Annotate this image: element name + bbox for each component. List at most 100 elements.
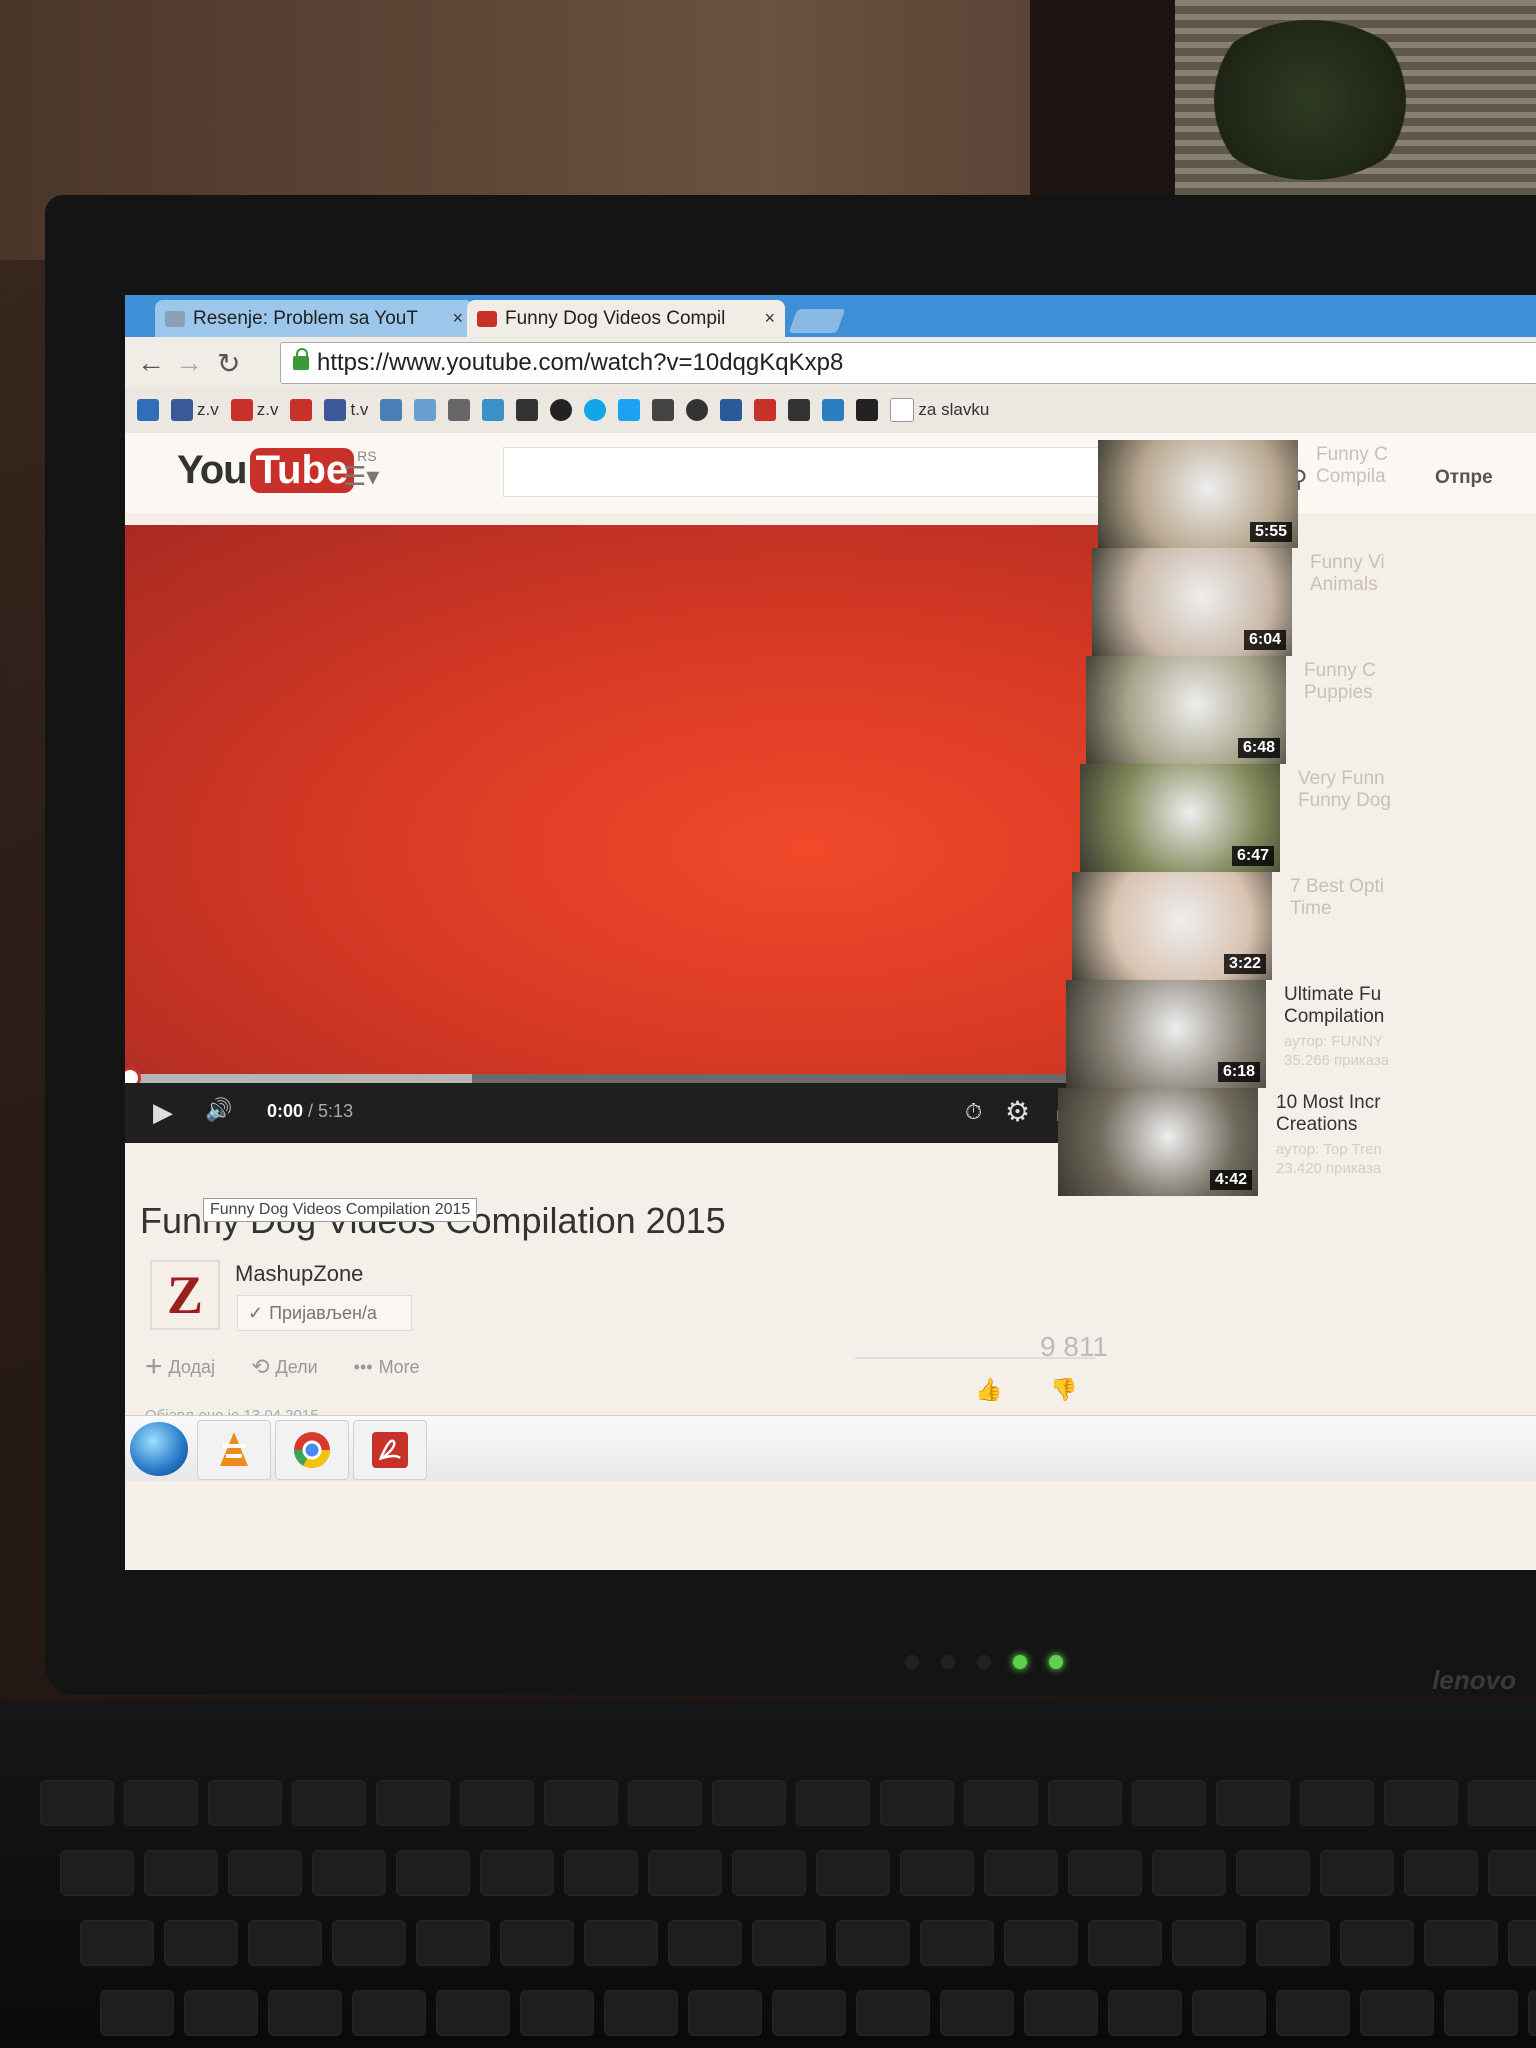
recommended-title[interactable]: Funny Vi Animals: [1310, 552, 1450, 596]
thumbs-down-icon[interactable]: 👎: [1050, 1377, 1077, 1403]
status-leds: [905, 1655, 1063, 1669]
address-bar[interactable]: https://www.youtube.com/watch?v=10dqgKqK…: [280, 342, 1536, 384]
recommended-video[interactable]: 4:42 10 Most Incr Creations аутор: Top Tre…: [1058, 1088, 1409, 1196]
keyboard-key: [1384, 1780, 1458, 1826]
bookmark-za-slavku[interactable]: za slavku: [890, 398, 989, 422]
gear-icon[interactable]: ⚙: [1005, 1095, 1030, 1128]
vlc-icon[interactable]: [197, 1420, 271, 1480]
bookmark-r-icon[interactable]: [720, 399, 743, 421]
close-icon[interactable]: ×: [764, 308, 775, 329]
video-thumbnail[interactable]: 4:42: [1058, 1088, 1258, 1196]
add-to-button[interactable]: + Додај: [145, 1350, 215, 1384]
recommended-title[interactable]: Funny C Puppies: [1304, 660, 1444, 704]
guide-menu-icon[interactable]: ☰▾: [343, 461, 379, 492]
forum-favicon-icon: [165, 310, 185, 327]
watch-later-icon[interactable]: ⏱: [965, 1099, 982, 1125]
current-time: 0:00: [267, 1101, 304, 1121]
chrome-icon[interactable]: [275, 1420, 349, 1480]
new-tab-button[interactable]: [788, 309, 846, 333]
close-icon[interactable]: ×: [452, 308, 463, 329]
keyboard-key: [1048, 1780, 1122, 1826]
bookmark-chart-icon[interactable]: [856, 399, 879, 421]
keyboard-key: [144, 1850, 218, 1896]
keyboard-key: [500, 1920, 574, 1966]
subscribed-button[interactable]: ✓ Пријављен/а: [237, 1295, 412, 1331]
bookmark-yt-icon[interactable]: [414, 399, 437, 421]
more-button[interactable]: ••• More: [354, 1350, 420, 1384]
video-thumbnail[interactable]: 6:47: [1080, 764, 1280, 872]
keyboard-key: [228, 1850, 302, 1896]
volume-icon[interactable]: 🔊: [205, 1097, 232, 1123]
keyboard-key: [816, 1850, 890, 1896]
keyboard-key: [124, 1780, 198, 1826]
start-button-icon[interactable]: [130, 1422, 188, 1476]
youtube-bookmark-icon[interactable]: [290, 399, 313, 421]
laptop-keyboard: [0, 1700, 1536, 2048]
reload-icon[interactable]: ↻: [217, 347, 240, 380]
recommended-video[interactable]: 6:47 Very Funn Funny Dog: [1080, 764, 1431, 872]
tab-resenje[interactable]: Resenje: Problem sa YouT ×: [155, 300, 473, 337]
video-duration: 3:22: [1223, 954, 1266, 974]
recommended-title[interactable]: 10 Most Incr Creations: [1276, 1092, 1416, 1136]
share-button[interactable]: ⟲ Дели: [251, 1350, 318, 1384]
progress-bar[interactable]: [125, 1074, 1175, 1083]
forward-arrow-icon[interactable]: →: [175, 347, 203, 379]
keyboard-key: [1068, 1850, 1142, 1896]
like-ratio-bar: [855, 1357, 1095, 1359]
channel-avatar[interactable]: Z: [150, 1260, 220, 1330]
bookmark-facebook-tv[interactable]: t.v: [324, 399, 368, 421]
thumbs-up-icon[interactable]: 👍: [975, 1377, 1002, 1403]
video-duration: 4:42: [1209, 1170, 1252, 1190]
bookmark-s-icon[interactable]: [137, 399, 159, 421]
keyboard-key: [900, 1850, 974, 1896]
recommended-title[interactable]: Ultimate Fu Compilation: [1284, 984, 1424, 1028]
bookmark-dollar-icon[interactable]: [380, 399, 403, 421]
bookmark-folder-icon[interactable]: [788, 399, 811, 421]
bookmark-facebook-zv[interactable]: z.v: [171, 399, 219, 421]
bookmark-label: t.v: [350, 400, 369, 419]
duration: / 5:13: [308, 1101, 354, 1121]
bookmark-page-icon[interactable]: [448, 399, 471, 421]
recommended-video[interactable]: 3:22 7 Best Opti Time: [1072, 872, 1423, 980]
keyboard-key: [584, 1920, 658, 1966]
bookmark-t-icon[interactable]: [686, 399, 709, 421]
recommended-title[interactable]: Funny C Compila: [1316, 444, 1456, 488]
tab-funny-dog[interactable]: Funny Dog Videos Compil ×: [467, 300, 785, 337]
bookmark-red-icon[interactable]: [754, 399, 777, 421]
play-icon[interactable]: ▶: [153, 1097, 173, 1128]
video-thumbnail[interactable]: 6:48: [1086, 656, 1286, 764]
keyboard-key: [1108, 1990, 1182, 2036]
url-text: https://www.youtube.com/watch?v=10dqgKqK…: [317, 349, 844, 376]
recommended-video[interactable]: 6:18 Ultimate Fu Compilation аутор: FUNNY …: [1066, 980, 1417, 1088]
windows-taskbar: [125, 1415, 1536, 1481]
acrobat-icon[interactable]: [353, 1420, 427, 1480]
video-thumbnail[interactable]: 3:22: [1072, 872, 1272, 980]
twitter-icon[interactable]: [618, 399, 641, 421]
recommended-video[interactable]: 5:55 Funny C Compila: [1098, 440, 1449, 548]
recommended-video[interactable]: 6:48 Funny C Puppies: [1086, 656, 1437, 764]
video-thumbnail[interactable]: 6:18: [1066, 980, 1266, 1088]
keyboard-key: [164, 1920, 238, 1966]
laptop-brand-logo: lenovo: [1432, 1665, 1516, 1695]
channel-name[interactable]: MashupZone: [235, 1261, 363, 1287]
keyboard-key: [1024, 1990, 1098, 2036]
recommended-meta: аутор: FUNNY 35.266 приказа: [1284, 1033, 1390, 1069]
recommended-title[interactable]: Very Funn Funny Dog: [1298, 768, 1438, 812]
back-arrow-icon[interactable]: ←: [137, 347, 165, 379]
subscribe-label: Пријављен/а: [269, 1302, 377, 1323]
skype-icon[interactable]: [584, 399, 607, 421]
video-thumbnail[interactable]: 5:55: [1098, 440, 1298, 548]
bookmark-telenor-icon[interactable]: [822, 399, 845, 421]
recommended-video[interactable]: 6:04 Funny Vi Animals: [1092, 548, 1443, 656]
keyboard-key: [1152, 1850, 1226, 1896]
video-player[interactable]: ▶ 🔊 0:00 / 5:13 ⏱ ⚙ ▭ ⛶: [125, 525, 1175, 1143]
bookmark-people-icon[interactable]: [482, 399, 505, 421]
bookmark-play-icon[interactable]: [550, 399, 573, 421]
bookmark-123-icon[interactable]: [516, 399, 539, 421]
keyboard-key: [1132, 1780, 1206, 1826]
bookmark-gmail-zv[interactable]: z.v: [230, 399, 278, 421]
video-thumbnail[interactable]: 6:04: [1092, 548, 1292, 656]
keyboard-key: [100, 1990, 174, 2036]
recommended-title[interactable]: 7 Best Opti Time: [1290, 876, 1430, 920]
bookmark-shield-icon[interactable]: [652, 399, 675, 421]
